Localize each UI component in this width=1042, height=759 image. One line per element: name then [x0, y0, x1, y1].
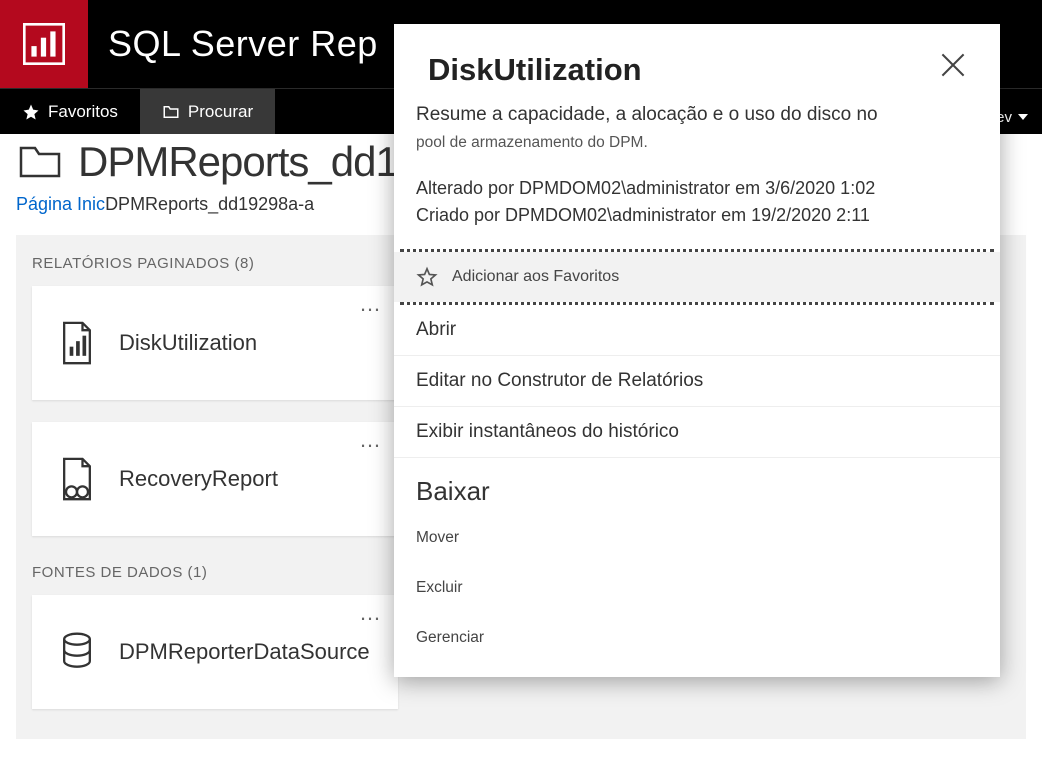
tab-favorites-label: Favoritos — [48, 102, 118, 122]
card-more-button[interactable]: … — [359, 602, 383, 624]
card-more-button[interactable]: … — [359, 293, 383, 315]
breadcrumb-current: DPMReports_dd19298a-a — [105, 194, 314, 214]
context-panel: DiskUtilization Resume a capacidade, a a… — [394, 24, 1000, 677]
card-label: DiskUtilization — [119, 330, 257, 356]
menu-edit[interactable]: Editar no Construtor de Relatórios — [394, 356, 1000, 407]
menu-manage[interactable]: Gerenciar — [394, 613, 1000, 663]
star-filled-icon — [22, 103, 40, 121]
card-datasource[interactable]: … DPMReporterDataSource — [32, 595, 398, 709]
folder-icon — [16, 138, 64, 186]
card-recoveryreport[interactable]: … RecoveryReport — [32, 422, 398, 536]
panel-metadata: Alterado por DPMDOM02\administrator em 3… — [394, 155, 1000, 249]
tab-favorites[interactable]: Favoritos — [0, 89, 140, 134]
panel-title: DiskUtilization — [428, 52, 966, 88]
menu-history[interactable]: Exibir instantâneos do histórico — [394, 407, 1000, 458]
report-icon — [55, 321, 99, 365]
created-by: Criado por DPMDOM02\administrator em 19/… — [416, 202, 978, 229]
menu-download[interactable]: Baixar — [394, 458, 1000, 513]
card-more-button[interactable]: … — [359, 429, 383, 451]
add-to-favorites[interactable]: Adicionar aos Favoritos — [394, 252, 1000, 302]
desc-line2: pool de armazenamento do DPM. — [416, 134, 648, 151]
panel-description: Resume a capacidade, a alocação e o uso … — [394, 98, 1000, 155]
menu-delete[interactable]: Excluir — [394, 563, 1000, 613]
database-icon — [55, 630, 99, 674]
close-button[interactable] — [936, 48, 970, 82]
panel-menu: Abrir Editar no Construtor de Relatórios… — [394, 305, 1000, 663]
breadcrumb-home[interactable]: Página Inic — [16, 194, 105, 214]
brand-tile[interactable] — [0, 0, 88, 88]
folder-outline-icon — [162, 103, 180, 121]
tab-browse[interactable]: Procurar — [140, 89, 275, 134]
app-title: SQL Server Rep — [88, 23, 378, 65]
card-label: DPMReporterDataSource — [119, 639, 370, 665]
menu-move[interactable]: Mover — [394, 513, 1000, 563]
tab-browse-label: Procurar — [188, 102, 253, 122]
linked-report-icon — [55, 457, 99, 501]
modified-by: Alterado por DPMDOM02\administrator em 3… — [416, 175, 978, 202]
caret-down-icon — [1018, 114, 1028, 120]
bar-chart-icon — [23, 23, 65, 65]
card-diskutilization[interactable]: … DiskUtilization — [32, 286, 398, 400]
desc-line1: Resume a capacidade, a alocação e o uso … — [416, 104, 878, 125]
star-outline-icon — [416, 266, 438, 288]
favorites-label: Adicionar aos Favoritos — [452, 268, 619, 286]
card-label: RecoveryReport — [119, 466, 278, 492]
menu-open[interactable]: Abrir — [394, 305, 1000, 356]
